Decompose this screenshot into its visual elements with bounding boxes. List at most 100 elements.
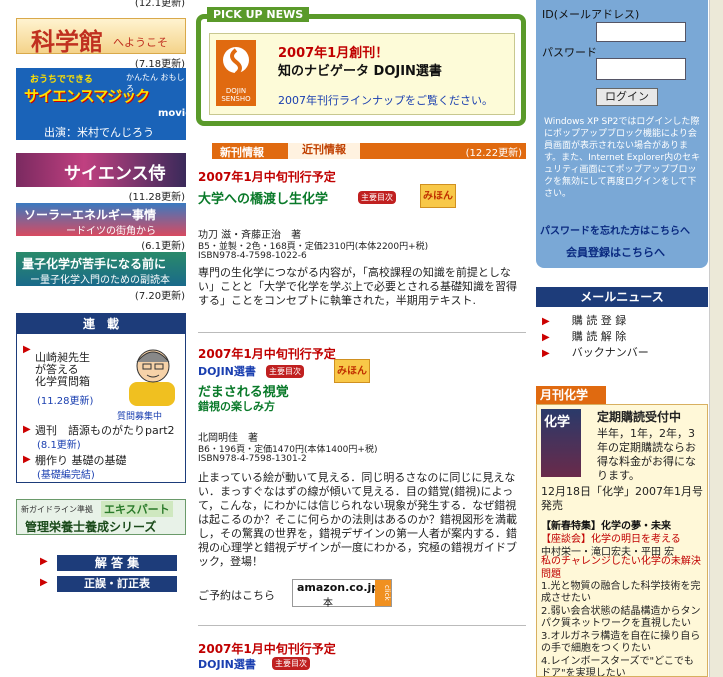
amazon-text: amazon.co.jp [297, 581, 380, 594]
release-text: 12月18日「化学」2007年1月号発売 [541, 485, 703, 512]
bullet-icon: ▶ [23, 344, 31, 355]
solar-title: ソーラーエネルギー事情 [24, 208, 157, 222]
amazon-sub: 本 [323, 598, 333, 609]
book-date: 2007年1月中旬刊行予定 [198, 642, 336, 656]
book-entry: 2007年1月中旬刊行予定 大学への橋渡し生化学 主要目次 みほん 功刀 滋・斉… [198, 168, 528, 328]
cover-title: 化学 [544, 415, 571, 430]
divider [198, 625, 526, 626]
pickup-header: PICK UP NEWS [207, 7, 310, 22]
feature-item: 3.オルガネラ構造を自在に操り自らの手で細胞をつくりたい [541, 631, 701, 654]
book-series[interactable]: DOJIN選書 [198, 363, 256, 379]
solar-sub: ードイツの街角から [66, 226, 156, 236]
weekly-update: (8.1更新) [37, 440, 81, 451]
bullet-icon: ▶ [542, 348, 550, 359]
news-tabs: 新刊情報 近刊情報 (12.22更新) [212, 143, 526, 159]
guide-small: 新ガイドライン準拠 [21, 505, 93, 514]
kagakukan-banner[interactable]: 科学館 へようこそ [16, 18, 186, 54]
samurai-update: (11.28更新) [128, 192, 185, 203]
feature-item: 4.レインボースターズで"どこでもドア"を実現したい [541, 656, 694, 677]
yamazaki-link[interactable]: 山崎昶先生 が答える 化学質問箱 [35, 352, 125, 388]
amazon-click: click [375, 580, 391, 606]
password-field[interactable] [596, 58, 686, 80]
book-description: 専門の生化学につながる内容が，「高校課程の知識を前提としない」ことと「大学で化学… [198, 266, 517, 307]
mail-item-label: 購 読 登 録 [571, 314, 627, 327]
book-entry: 2007年1月中旬刊行予定 DOJIN選書 主要目次 [198, 640, 528, 677]
serial-header: 連 載 [17, 314, 185, 334]
monthly-box: 化学 定期購読受付中 半年，1年，2年，3年の定期購読ならお得な料金がお得になり… [536, 404, 708, 677]
sample-button[interactable]: みほん [334, 359, 370, 383]
feature-item: 1.光と物質の融合した科学技術を完成させたい [541, 581, 701, 604]
book-isbn: ISBN978-4-7598-1301-2 [198, 454, 307, 464]
order-text: ご予約はこちら [198, 589, 275, 602]
dojin-logo: DOJIN SENSHO [216, 40, 256, 106]
toc-button[interactable]: 主要目次 [266, 365, 304, 378]
vertical-scrollbar[interactable] [709, 0, 723, 677]
subscribe-text: 半年，1年，2年，3年の定期購読ならお得な料金がお得になります。 [597, 427, 696, 482]
guide-expert: エキスパート [101, 501, 173, 517]
bullet-icon: ▶ [542, 332, 550, 343]
quantum-update: (7.20更新) [134, 291, 185, 302]
mail-item-label: バックナンバー [571, 346, 649, 359]
forgot-password-link[interactable]: パスワードを忘れた方はこちらへ [540, 222, 690, 237]
yamazaki-update: (11.28更新) [37, 396, 94, 407]
quantum-title: 量子化学が苦手になる前に [22, 257, 167, 271]
pickup-headline: 知のナビゲータ DOJIN選書 [278, 64, 442, 79]
tabs-updated: (12.22更新) [465, 148, 522, 159]
magazine-cover[interactable]: 化学 [541, 409, 581, 477]
book-subtitle: 錯視の楽しみ方 [198, 400, 275, 413]
book-entry: 2007年1月中旬刊行予定 DOJIN選書 主要目次 みほん だまされる視覚 錯… [198, 345, 528, 610]
mail-item[interactable]: ▶ 購 読 登 録 [542, 313, 708, 329]
right-column: ID(メールアドレス) パスワード ログイン Windows XP SP2ではロ… [530, 0, 723, 677]
solar-update: (6.1更新) [141, 241, 185, 252]
bullet-icon: ▶ [40, 577, 48, 588]
solar-energy-banner[interactable]: ソーラーエネルギー事情 ードイツの街角から [16, 203, 186, 236]
divider [198, 332, 526, 333]
tanatsukuri-sub: (基礎編完結) [37, 470, 95, 481]
magic-title: サイエンスマジック [24, 87, 150, 105]
science-magic-banner[interactable]: おうちでできる かんたん おもしろ サイエンスマジック movie 出演：米村で… [16, 68, 186, 140]
guide-series: 管理栄養士養成シリーズ [25, 520, 157, 534]
book-date: 2007年1月中旬刊行予定 [198, 347, 336, 361]
top-update: (12.1更新) [134, 0, 185, 9]
tab-recent[interactable]: 近刊情報 [288, 143, 360, 159]
dojin-logo-text: DOJIN SENSHO [221, 87, 251, 103]
kagakukan-sub: へようこそ [113, 36, 168, 49]
mail-item[interactable]: ▶ 購 読 解 除 [542, 329, 708, 345]
login-button[interactable]: ログイン [596, 88, 658, 106]
center-column: PICK UP NEWS DOJIN SENSHO 2007年1月創刊！ 知のナ… [190, 0, 530, 677]
pickup-inner[interactable]: DOJIN SENSHO 2007年1月創刊！ 知のナビゲータ DOJIN選書 … [209, 33, 515, 115]
sample-button[interactable]: みほん [420, 184, 456, 208]
email-field[interactable] [596, 22, 686, 42]
bullet-icon: ▶ [542, 316, 550, 327]
tab-new[interactable]: 新刊情報 [220, 144, 264, 160]
yamazaki-avatar [127, 342, 179, 408]
book-isbn: ISBN978-4-7598-1022-6 [198, 251, 307, 261]
serial-box: 連 載 ▶ 山崎昶先生 が答える 化学質問箱 (11.28更新) 質問募集中 ▶… [16, 313, 186, 483]
samurai-title: サイエンス侍 [64, 164, 166, 184]
mail-item-label: 購 読 解 除 [571, 330, 627, 343]
mail-item[interactable]: ▶ バックナンバー [542, 345, 708, 361]
bullet-icon: ▶ [23, 424, 31, 435]
feature-item: 2.弱い会合状態の結晶構造からタンパク質ネットワークを直視したい [541, 606, 701, 629]
login-panel: ID(メールアドレス) パスワード ログイン Windows XP SP2ではロ… [536, 0, 708, 268]
feature-challenge: 私のチャレンジしたい化学の未解決問題 [541, 556, 701, 580]
quantum-chemistry-banner[interactable]: 量子化学が苦手になる前に ー量子化学入門のための副読本 [16, 252, 186, 286]
amazon-button[interactable]: amazon.co.jp 本 click [292, 579, 392, 609]
popup-notice: Windows XP SP2ではログインした際にポップアップブロック機能により会… [544, 117, 701, 199]
book-title[interactable]: 大学への橋渡し生化学 [198, 188, 328, 207]
nutrition-guide-banner[interactable]: 新ガイドライン準拠 エキスパート 管理栄養士養成シリーズ [16, 499, 186, 535]
book-date: 2007年1月中旬刊行予定 [198, 170, 336, 184]
answers-button[interactable]: 解 答 集 [57, 555, 177, 571]
quantum-sub: ー量子化学入門のための副読本 [30, 275, 170, 286]
book-series[interactable]: DOJIN選書 [198, 656, 256, 672]
register-link[interactable]: 会員登録はこちらへ [566, 244, 665, 260]
magic-cast: 出演：米村でんじろう [44, 126, 154, 139]
science-samurai-banner[interactable]: サイエンス侍 [16, 153, 186, 187]
toc-button[interactable]: 主要目次 [272, 657, 310, 670]
mailnews-list: ▶ 購 読 登 録 ▶ 購 読 解 除 ▶ バックナンバー [542, 313, 708, 361]
lineup-link[interactable]: 2007年刊行ラインナップをご覧ください。 [278, 92, 493, 108]
toc-button[interactable]: 主要目次 [358, 191, 396, 204]
pickup-headline-red: 2007年1月創刊！ [278, 46, 389, 61]
errata-button[interactable]: 正誤・訂正表 [57, 576, 177, 592]
subscribe-title: 定期購読受付中 [597, 410, 682, 424]
